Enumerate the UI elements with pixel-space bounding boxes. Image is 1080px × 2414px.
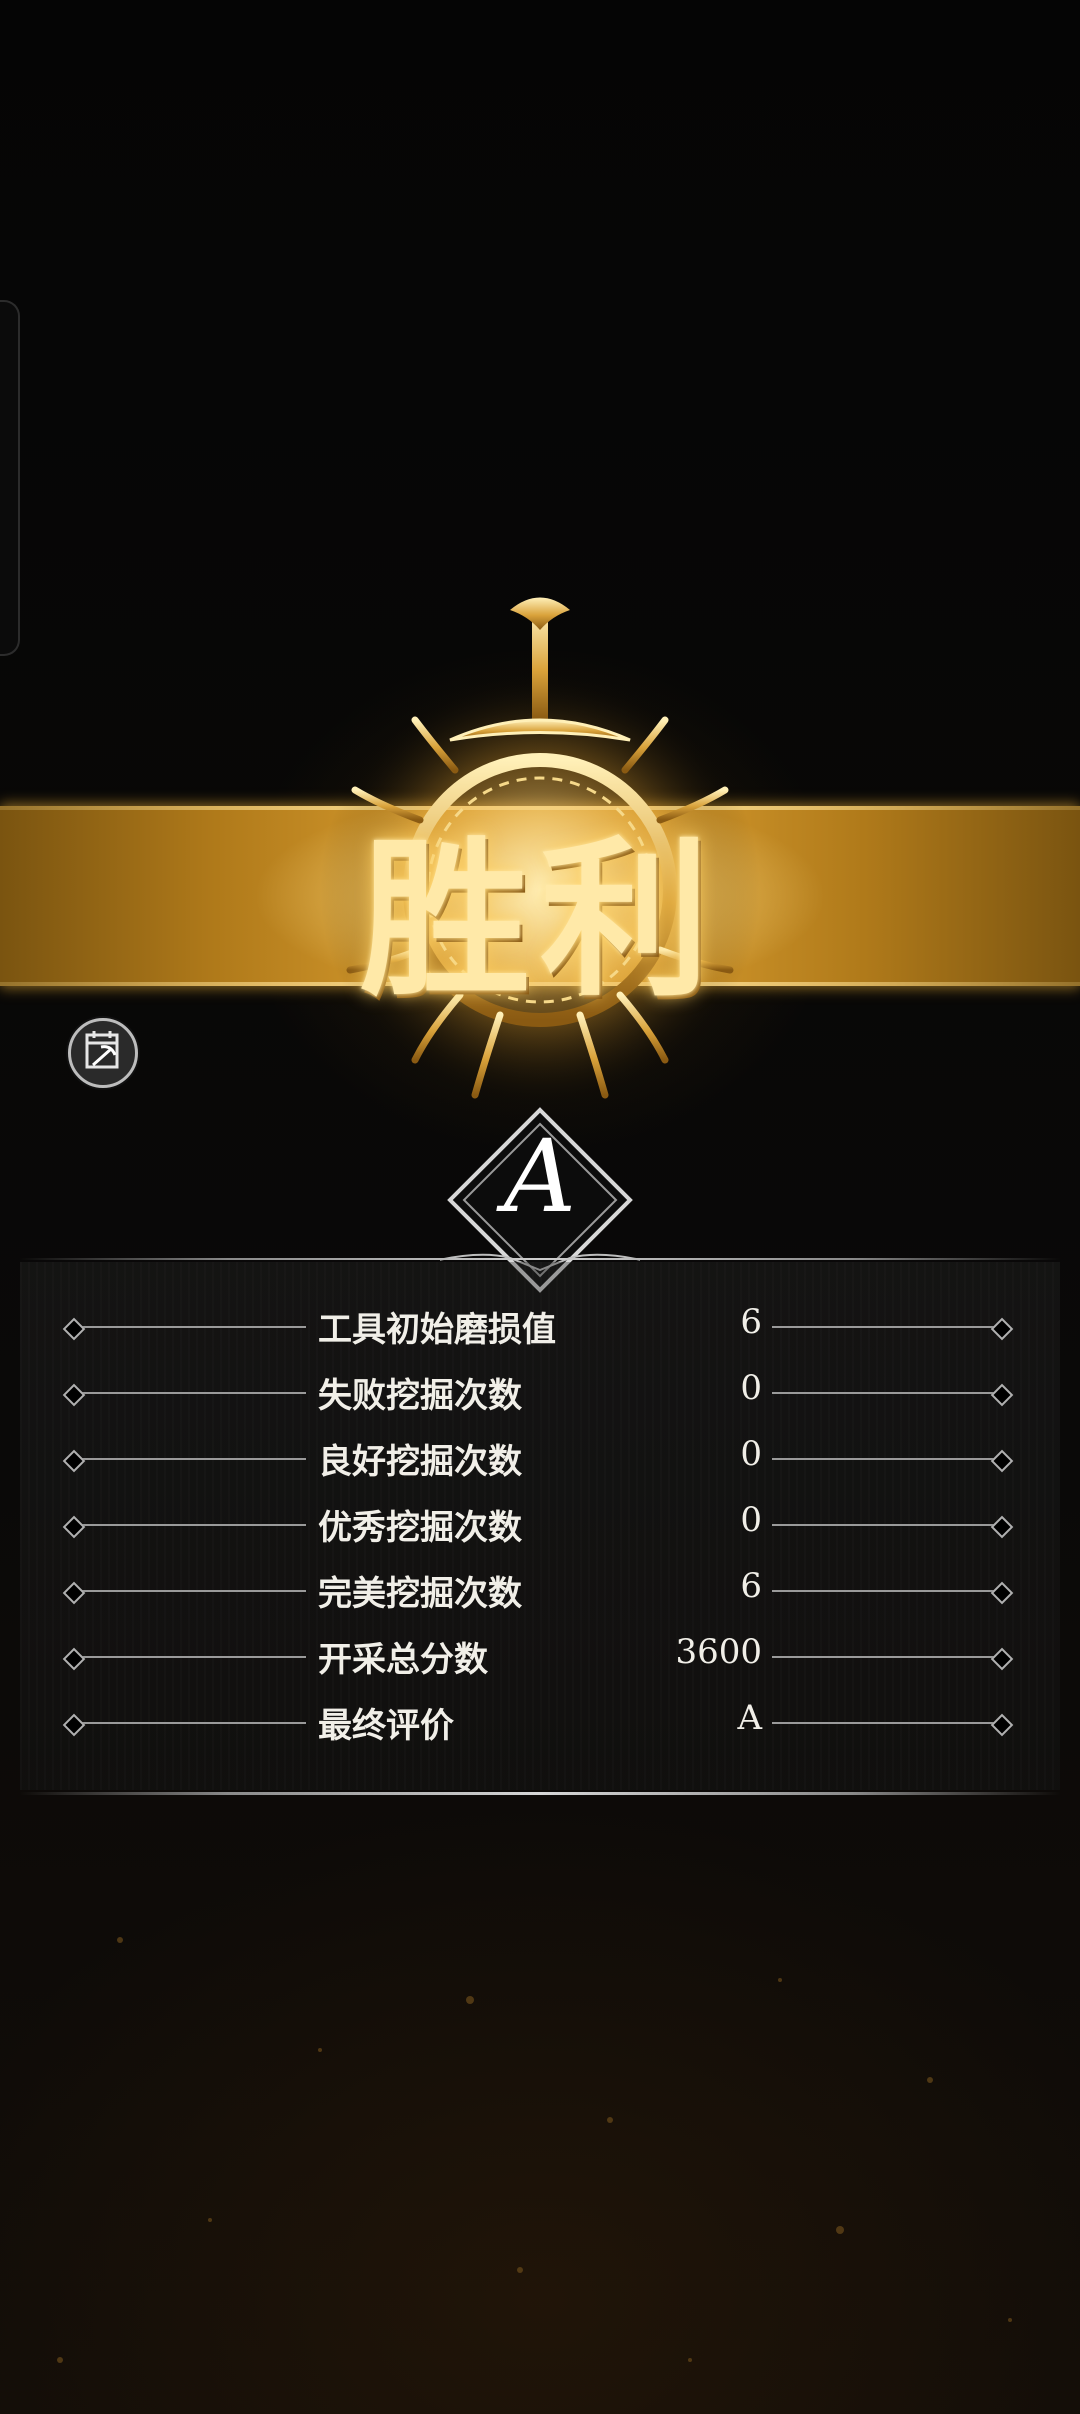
stat-label: 良好挖掘次数 — [318, 1442, 522, 1482]
row-ornament-right — [990, 1383, 1014, 1407]
divider-top — [20, 1258, 1060, 1260]
row-ornament-left — [62, 1647, 86, 1671]
row-ornament-right — [990, 1647, 1014, 1671]
row-line-left — [66, 1458, 306, 1460]
row-ornament-right — [990, 1713, 1014, 1737]
stat-label: 完美挖掘次数 — [318, 1574, 522, 1614]
pickaxe-calendar-icon — [85, 1031, 119, 1069]
row-ornament-right — [990, 1317, 1014, 1341]
row-ornament-left — [62, 1317, 86, 1341]
row-line-right — [772, 1392, 1010, 1394]
stat-label: 最终评价 — [318, 1706, 454, 1746]
stat-value: 0 — [740, 1368, 762, 1408]
row-ornament-right — [990, 1581, 1014, 1605]
row-line-left — [66, 1722, 306, 1724]
ember-particles — [57, 1937, 1012, 2363]
stat-value: 0 — [740, 1500, 762, 1540]
stat-row-good-digs: 良好挖掘次数 0 — [0, 1426, 1080, 1492]
stat-row-total-score: 开采总分数 3600 — [0, 1624, 1080, 1690]
row-line-left — [66, 1590, 306, 1592]
grade-letter: A — [503, 1118, 577, 1235]
row-line-left — [66, 1656, 306, 1658]
row-line-right — [772, 1722, 1010, 1724]
row-ornament-left — [62, 1449, 86, 1473]
row-line-left — [66, 1392, 306, 1394]
row-ornament-left — [62, 1383, 86, 1407]
stat-label: 工具初始磨损值 — [318, 1310, 556, 1350]
row-ornament-right — [990, 1449, 1014, 1473]
stat-label: 失败挖掘次数 — [318, 1376, 522, 1416]
tool-button[interactable] — [68, 1018, 138, 1088]
row-ornament-left — [62, 1713, 86, 1737]
row-line-right — [772, 1590, 1010, 1592]
row-line-left — [66, 1326, 306, 1328]
row-line-left — [66, 1524, 306, 1526]
stat-value: A — [737, 1698, 762, 1738]
victory-title: 胜利 — [359, 820, 720, 1020]
row-ornament-left — [62, 1581, 86, 1605]
row-line-right — [772, 1458, 1010, 1460]
stat-label: 开采总分数 — [318, 1640, 488, 1680]
side-drawer-handle[interactable] — [0, 300, 20, 656]
stat-row-excellent-digs: 优秀挖掘次数 0 — [0, 1492, 1080, 1558]
stat-row-failed-digs: 失败挖掘次数 0 — [0, 1360, 1080, 1426]
stat-row-tool-wear: 工具初始磨损值 6 — [0, 1294, 1080, 1360]
stat-row-perfect-digs: 完美挖掘次数 6 — [0, 1558, 1080, 1624]
stat-value: 6 — [740, 1566, 762, 1606]
row-line-right — [772, 1656, 1010, 1658]
stat-value: 0 — [740, 1434, 762, 1474]
row-line-right — [772, 1326, 1010, 1328]
stat-value: 6 — [740, 1302, 762, 1342]
stat-value: 3600 — [675, 1632, 762, 1672]
stat-label: 优秀挖掘次数 — [318, 1508, 522, 1548]
row-line-right — [772, 1524, 1010, 1526]
stat-row-final-rating: 最终评价 A — [0, 1690, 1080, 1756]
divider-bottom — [20, 1792, 1060, 1795]
row-ornament-right — [990, 1515, 1014, 1539]
row-ornament-left — [62, 1515, 86, 1539]
